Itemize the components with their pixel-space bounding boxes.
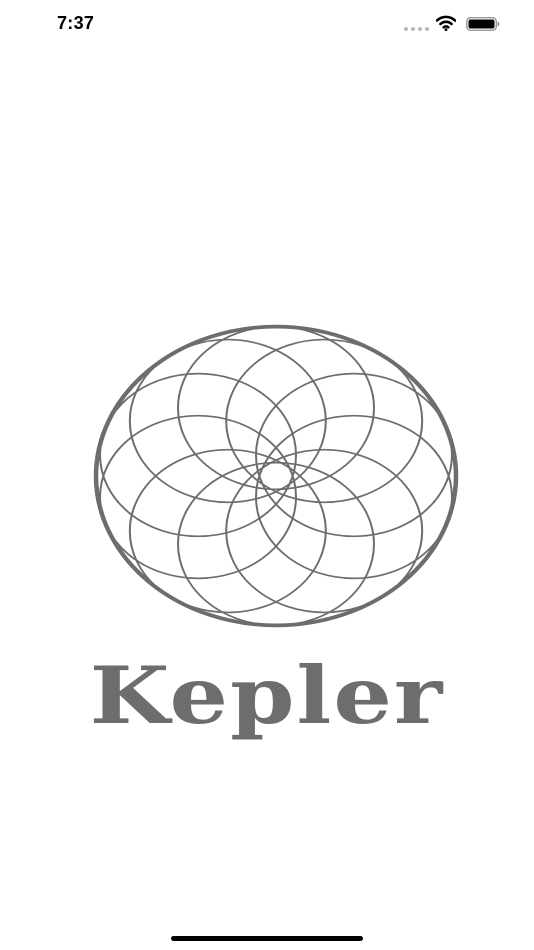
logo-rosette-circle [254,414,453,580]
logo-rosette-circle [99,372,298,538]
brand-name: Kepler [89,648,445,742]
home-indicator[interactable] [171,936,363,941]
signal-icon [404,27,430,32]
rosette-ellipse-logo [93,324,459,628]
wifi-icon [436,15,456,31]
logo-rosette-circle [254,372,453,538]
status-bar: 7:37 [0,0,534,50]
status-time: 7:37 [57,13,95,33]
logo-rosette-circle [99,414,298,580]
battery-icon [466,17,500,31]
